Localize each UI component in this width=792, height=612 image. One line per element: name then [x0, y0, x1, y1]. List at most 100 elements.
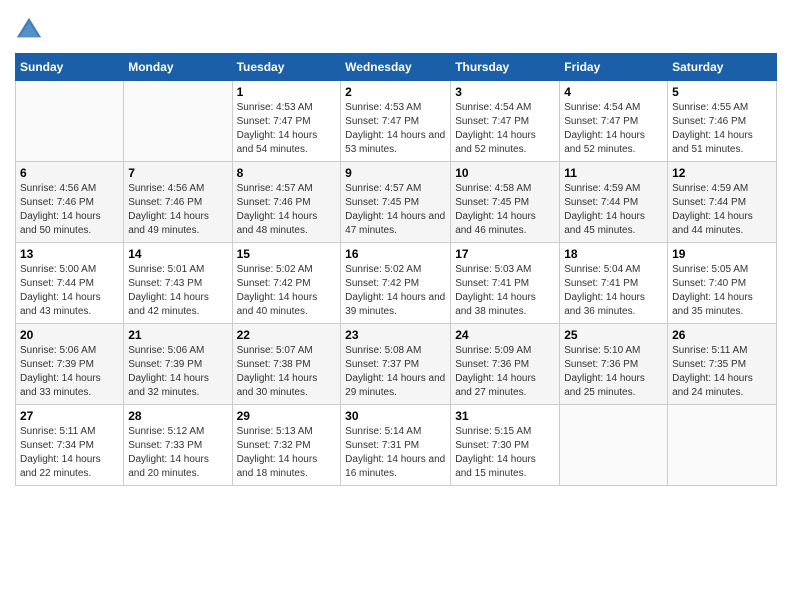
day-info: Sunrise: 5:00 AMSunset: 7:44 PMDaylight:… — [20, 263, 119, 319]
day-info: Sunrise: 5:06 AMSunset: 7:39 PMDaylight:… — [128, 344, 227, 400]
calendar-cell — [124, 81, 232, 162]
calendar-cell: 12 Sunrise: 4:59 AMSunset: 7:44 PMDayligh… — [668, 162, 777, 243]
day-info: Sunrise: 4:57 AMSunset: 7:46 PMDaylight:… — [237, 182, 337, 238]
calendar-cell: 16Sunrise: 5:02 AMSunset: 7:42 PMDayligh… — [341, 243, 451, 324]
day-number: 19 — [672, 247, 772, 261]
day-info: Sunrise: 5:04 AMSunset: 7:41 PMDaylight:… — [564, 263, 663, 319]
day-info: Sunrise: 4:59 AMSunset: 7:44 PMDaylight:… — [564, 182, 663, 238]
calendar-table: SundayMondayTuesdayWednesdayThursdayFrid… — [15, 53, 777, 486]
calendar-cell: 27 Sunrise: 5:11 AMSunset: 7:34 PMDayligh… — [16, 405, 124, 486]
day-info: Sunrise: 5:11 AMSunset: 7:35 PMDaylight:… — [672, 344, 772, 400]
page-header — [15, 15, 777, 43]
calendar-cell: 5 Sunrise: 4:55 AMSunset: 7:46 PMDaylight… — [668, 81, 777, 162]
calendar-cell: 14 Sunrise: 5:01 AMSunset: 7:43 PMDayligh… — [124, 243, 232, 324]
day-number: 28 — [128, 409, 227, 423]
day-number: 9 — [345, 166, 446, 180]
calendar-cell: 1 Sunrise: 4:53 AMSunset: 7:47 PMDaylight… — [232, 81, 341, 162]
calendar-cell: 15Sunrise: 5:02 AMSunset: 7:42 PMDayligh… — [232, 243, 341, 324]
day-info: Sunrise: 4:59 AMSunset: 7:44 PMDaylight:… — [672, 182, 772, 238]
day-number: 7 — [128, 166, 227, 180]
calendar-cell: 25 Sunrise: 5:10 AMSunset: 7:36 PMDayligh… — [560, 324, 668, 405]
calendar-cell: 29 Sunrise: 5:13 AMSunset: 7:32 PMDayligh… — [232, 405, 341, 486]
day-number: 11 — [564, 166, 663, 180]
calendar-cell: 22 Sunrise: 5:07 AMSunset: 7:38 PMDayligh… — [232, 324, 341, 405]
day-info: Sunrise: 5:12 AMSunset: 7:33 PMDaylight:… — [128, 425, 227, 481]
calendar-cell: 2 Sunrise: 4:53 AMSunset: 7:47 PMDaylight… — [341, 81, 451, 162]
day-info: Sunrise: 5:13 AMSunset: 7:32 PMDaylight:… — [237, 425, 337, 481]
calendar-cell: 23Sunrise: 5:08 AMSunset: 7:37 PMDayligh… — [341, 324, 451, 405]
weekday-header: Tuesday — [232, 54, 341, 81]
day-number: 25 — [564, 328, 663, 342]
day-info: Sunrise: 5:05 AMSunset: 7:40 PMDaylight:… — [672, 263, 772, 319]
calendar-cell: 19 Sunrise: 5:05 AMSunset: 7:40 PMDayligh… — [668, 243, 777, 324]
weekday-header: Monday — [124, 54, 232, 81]
day-number: 14 — [128, 247, 227, 261]
calendar-cell: 31 Sunrise: 5:15 AMSunset: 7:30 PMDayligh… — [451, 405, 560, 486]
day-number: 31 — [455, 409, 555, 423]
day-number: 12 — [672, 166, 772, 180]
calendar-cell: 20 Sunrise: 5:06 AMSunset: 7:39 PMDayligh… — [16, 324, 124, 405]
day-info: Sunrise: 5:15 AMSunset: 7:30 PMDaylight:… — [455, 425, 555, 481]
calendar-cell: 3Sunrise: 4:54 AMSunset: 7:47 PMDaylight… — [451, 81, 560, 162]
weekday-header: Wednesday — [341, 54, 451, 81]
day-info: Sunrise: 4:55 AMSunset: 7:46 PMDaylight:… — [672, 101, 772, 157]
calendar-cell: 9 Sunrise: 4:57 AMSunset: 7:45 PMDaylight… — [341, 162, 451, 243]
day-number: 26 — [672, 328, 772, 342]
day-number: 20 — [20, 328, 119, 342]
day-info: Sunrise: 5:10 AMSunset: 7:36 PMDaylight:… — [564, 344, 663, 400]
day-number: 3 — [455, 85, 555, 99]
day-info: Sunrise: 5:14 AMSunset: 7:31 PMDaylight:… — [345, 425, 446, 481]
day-number: 8 — [237, 166, 337, 180]
day-info: Sunrise: 5:02 AMSunset: 7:42 PMDaylight:… — [237, 263, 337, 319]
day-number: 21 — [128, 328, 227, 342]
day-info: Sunrise: 4:53 AMSunset: 7:47 PMDaylight:… — [345, 101, 446, 157]
day-number: 1 — [237, 85, 337, 99]
day-number: 23 — [345, 328, 446, 342]
calendar-cell — [560, 405, 668, 486]
day-number: 5 — [672, 85, 772, 99]
day-number: 13 — [20, 247, 119, 261]
calendar-cell: 21 Sunrise: 5:06 AMSunset: 7:39 PMDayligh… — [124, 324, 232, 405]
calendar-cell: 26 Sunrise: 5:11 AMSunset: 7:35 PMDayligh… — [668, 324, 777, 405]
calendar-week-row: 20 Sunrise: 5:06 AMSunset: 7:39 PMDayligh… — [16, 324, 777, 405]
calendar-cell: 11 Sunrise: 4:59 AMSunset: 7:44 PMDayligh… — [560, 162, 668, 243]
weekday-header: Friday — [560, 54, 668, 81]
calendar-week-row: 6Sunrise: 4:56 AMSunset: 7:46 PMDaylight… — [16, 162, 777, 243]
day-info: Sunrise: 4:57 AMSunset: 7:45 PMDaylight:… — [345, 182, 446, 238]
day-number: 30 — [345, 409, 446, 423]
calendar-cell — [668, 405, 777, 486]
day-number: 10 — [455, 166, 555, 180]
calendar-cell: 17 Sunrise: 5:03 AMSunset: 7:41 PMDayligh… — [451, 243, 560, 324]
weekday-header: Saturday — [668, 54, 777, 81]
day-info: Sunrise: 5:07 AMSunset: 7:38 PMDaylight:… — [237, 344, 337, 400]
day-info: Sunrise: 5:03 AMSunset: 7:41 PMDaylight:… — [455, 263, 555, 319]
calendar-cell: 30 Sunrise: 5:14 AMSunset: 7:31 PMDayligh… — [341, 405, 451, 486]
calendar-cell — [16, 81, 124, 162]
weekday-header: Sunday — [16, 54, 124, 81]
weekday-header: Thursday — [451, 54, 560, 81]
day-info: Sunrise: 4:54 AMSunset: 7:47 PMDaylight:… — [564, 101, 663, 157]
logo-icon — [15, 15, 43, 43]
day-info: Sunrise: 5:11 AMSunset: 7:34 PMDaylight:… — [20, 425, 119, 481]
calendar-cell: 4Sunrise: 4:54 AMSunset: 7:47 PMDaylight… — [560, 81, 668, 162]
day-info: Sunrise: 4:56 AMSunset: 7:46 PMDaylight:… — [128, 182, 227, 238]
calendar-cell: 8 Sunrise: 4:57 AMSunset: 7:46 PMDaylight… — [232, 162, 341, 243]
day-info: Sunrise: 4:53 AMSunset: 7:47 PMDaylight:… — [237, 101, 337, 157]
calendar-cell: 13 Sunrise: 5:00 AMSunset: 7:44 PMDayligh… — [16, 243, 124, 324]
day-number: 17 — [455, 247, 555, 261]
calendar-cell: 18 Sunrise: 5:04 AMSunset: 7:41 PMDayligh… — [560, 243, 668, 324]
day-info: Sunrise: 5:06 AMSunset: 7:39 PMDaylight:… — [20, 344, 119, 400]
day-number: 22 — [237, 328, 337, 342]
day-number: 18 — [564, 247, 663, 261]
day-number: 29 — [237, 409, 337, 423]
logo — [15, 15, 47, 43]
calendar-cell: 10 Sunrise: 4:58 AMSunset: 7:45 PMDayligh… — [451, 162, 560, 243]
day-info: Sunrise: 4:58 AMSunset: 7:45 PMDaylight:… — [455, 182, 555, 238]
day-number: 2 — [345, 85, 446, 99]
calendar-week-row: 27 Sunrise: 5:11 AMSunset: 7:34 PMDayligh… — [16, 405, 777, 486]
calendar-cell: 24Sunrise: 5:09 AMSunset: 7:36 PMDayligh… — [451, 324, 560, 405]
day-number: 27 — [20, 409, 119, 423]
day-info: Sunrise: 5:01 AMSunset: 7:43 PMDaylight:… — [128, 263, 227, 319]
day-number: 24 — [455, 328, 555, 342]
calendar-week-row: 13 Sunrise: 5:00 AMSunset: 7:44 PMDayligh… — [16, 243, 777, 324]
